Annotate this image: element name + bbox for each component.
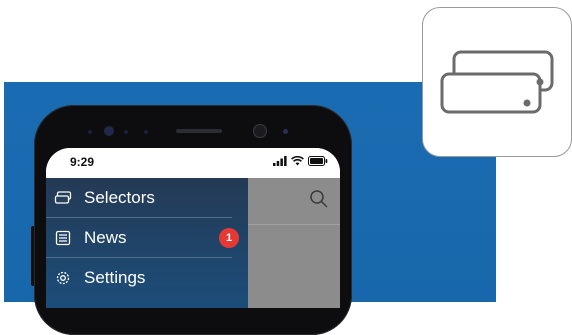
news-icon <box>55 230 71 246</box>
drawer-item-news[interactable]: News 1 <box>46 218 239 258</box>
drawer-item-label: Selectors <box>84 188 155 207</box>
front-camera-dot <box>104 126 114 136</box>
selectors-icon <box>440 50 554 114</box>
phone-earpiece <box>176 129 222 133</box>
app-icon <box>422 7 572 157</box>
drawer-item-settings[interactable]: Settings <box>46 258 232 298</box>
sensor-dot <box>124 130 128 134</box>
selectors-icon <box>54 191 72 204</box>
status-bar: 9:29 <box>46 148 340 178</box>
status-icons <box>273 156 328 166</box>
front-camera <box>253 124 267 138</box>
sensor-dot <box>88 130 92 134</box>
sensor-dot <box>283 129 288 134</box>
navigation-drawer: Selectors News 1 Settings <box>46 178 248 308</box>
overlay-divider <box>248 224 340 225</box>
wifi-icon <box>291 156 304 166</box>
status-time: 9:29 <box>70 155 95 169</box>
drawer-item-selectors[interactable]: Selectors <box>46 178 232 218</box>
notification-badge: 1 <box>219 228 239 248</box>
drawer-item-label: Settings <box>84 268 146 287</box>
battery-icon <box>308 156 328 166</box>
sensor-dot <box>144 130 148 134</box>
drawer-item-label: News <box>84 228 127 247</box>
dimmed-content-overlay[interactable] <box>248 178 340 308</box>
gear-icon <box>56 271 70 285</box>
search-icon[interactable] <box>308 188 330 210</box>
phone-screen: 9:29 Selectors News 1 Settings <box>46 148 340 308</box>
signal-icon <box>273 156 287 166</box>
